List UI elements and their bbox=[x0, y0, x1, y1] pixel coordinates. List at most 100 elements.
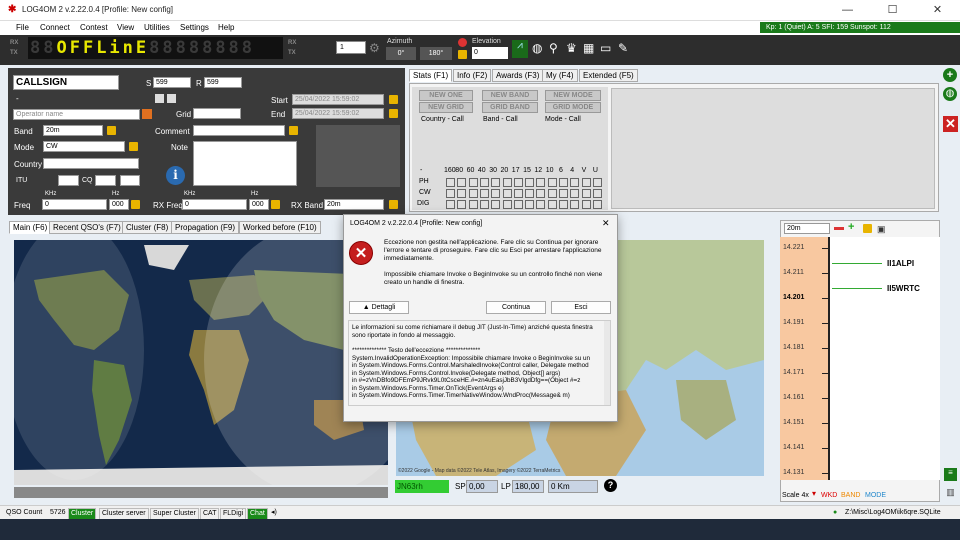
rx-band-lock-icon[interactable] bbox=[389, 200, 398, 209]
band-filter[interactable]: BAND bbox=[841, 492, 860, 499]
exception-details-box[interactable]: Le informazioni su come richiamare il de… bbox=[348, 320, 611, 406]
band-mode-cell bbox=[570, 200, 580, 209]
card-icon[interactable]: ▭ bbox=[600, 41, 611, 55]
start-datetime[interactable]: 25/04/2022 15:59:02 bbox=[292, 94, 384, 105]
chart-icon[interactable]: ▥ bbox=[944, 487, 957, 500]
lock-icon[interactable] bbox=[458, 50, 467, 59]
menu-view[interactable]: View bbox=[117, 23, 134, 32]
callsign-input[interactable]: CALLSIGN bbox=[13, 75, 119, 90]
extra-input[interactable] bbox=[120, 175, 140, 186]
scale-label[interactable]: Scale 4x bbox=[782, 492, 809, 499]
checkbox-1[interactable] bbox=[155, 94, 164, 103]
comment-lock-icon[interactable] bbox=[289, 126, 298, 135]
exit-button[interactable]: Esci bbox=[551, 301, 611, 314]
end-datetime[interactable]: 25/04/2022 15:59:02 bbox=[292, 108, 384, 119]
tab-my[interactable]: My (F4) bbox=[542, 69, 578, 82]
scale-arrow-icon[interactable]: ▾ bbox=[812, 489, 816, 498]
mode-filter[interactable]: MODE bbox=[865, 492, 886, 499]
stats-dash: - bbox=[420, 167, 423, 174]
tab-cluster[interactable]: Cluster (F8) bbox=[122, 221, 173, 234]
crown-icon[interactable]: ♛ bbox=[566, 41, 577, 55]
note-textarea[interactable] bbox=[193, 141, 297, 186]
pen-icon[interactable]: ✎ bbox=[618, 41, 628, 55]
tab-worked-before[interactable]: Worked before (F10) bbox=[239, 221, 321, 234]
azimuth-180-button[interactable]: 180° bbox=[420, 47, 452, 60]
itu-select[interactable] bbox=[58, 175, 79, 186]
cq-select[interactable] bbox=[95, 175, 116, 186]
globe-green-icon[interactable]: ◍ bbox=[943, 87, 957, 101]
network-icon[interactable]: ⚲ bbox=[549, 41, 558, 55]
rx-freq-lock-icon[interactable] bbox=[271, 200, 280, 209]
minimize-button[interactable]: — bbox=[825, 0, 870, 21]
band-select[interactable]: 20m bbox=[43, 125, 103, 136]
operator-name-input[interactable]: Operator name bbox=[13, 109, 140, 120]
help-icon[interactable]: ? bbox=[604, 479, 617, 492]
new-mode-button[interactable]: NEW MODE bbox=[545, 90, 601, 101]
rx-freq-hz-input[interactable]: 000 bbox=[249, 199, 269, 210]
gear-icon[interactable]: ⚙ bbox=[369, 41, 382, 55]
details-scrollbar[interactable] bbox=[604, 321, 610, 405]
radio-number-spinner[interactable]: 1 bbox=[336, 41, 366, 54]
tab-info[interactable]: Info (F2) bbox=[453, 69, 492, 82]
tab-stats[interactable]: Stats (F1) bbox=[409, 69, 453, 82]
menu-help[interactable]: Help bbox=[218, 23, 234, 32]
elevation-input[interactable]: 0 bbox=[472, 47, 508, 59]
end-lock-icon[interactable] bbox=[389, 109, 398, 118]
clear-icon[interactable]: ✕ bbox=[943, 116, 958, 132]
comment-input[interactable] bbox=[193, 125, 285, 136]
speaker-icon[interactable]: ◂) bbox=[269, 508, 279, 518]
rx-band-select[interactable]: 20m bbox=[324, 199, 384, 210]
tab-extended[interactable]: Extended (F5) bbox=[579, 69, 638, 82]
minus-icon[interactable] bbox=[834, 227, 844, 230]
info-icon[interactable]: i bbox=[166, 166, 185, 185]
menu-utilities[interactable]: Utilities bbox=[144, 23, 170, 32]
bandmap-screen-icon[interactable]: ▣ bbox=[877, 224, 886, 235]
add-icon[interactable]: + bbox=[943, 68, 957, 82]
antenna-icon[interactable]: ⩘ bbox=[512, 40, 528, 58]
new-one-button[interactable]: NEW ONE bbox=[419, 90, 473, 101]
band-lock-icon[interactable] bbox=[107, 126, 116, 135]
start-lock-icon[interactable] bbox=[389, 95, 398, 104]
continue-button[interactable]: Continua bbox=[486, 301, 546, 314]
grid-input[interactable] bbox=[193, 108, 241, 119]
new-band-button[interactable]: NEW BAND bbox=[482, 90, 538, 101]
panel-toggle-icon[interactable]: ≡ bbox=[944, 468, 957, 481]
stop-icon[interactable] bbox=[458, 38, 467, 47]
menu-contest[interactable]: Contest bbox=[80, 23, 108, 32]
tab-recent-qsos[interactable]: Recent QSO's (F7) bbox=[49, 221, 125, 234]
plus-icon[interactable]: + bbox=[848, 221, 854, 233]
menu-file[interactable]: File bbox=[16, 23, 29, 32]
grid-band-button[interactable]: GRID BAND bbox=[482, 102, 538, 113]
azimuth-0-button[interactable]: 0° bbox=[386, 47, 416, 60]
cabinet-icon[interactable]: ▦ bbox=[583, 41, 594, 55]
wkd-filter[interactable]: WKD bbox=[821, 492, 837, 499]
rst-rcvd-select[interactable]: 599 bbox=[204, 77, 242, 88]
grid-mode-button[interactable]: GRID MODE bbox=[545, 102, 601, 113]
freq-lock-icon[interactable] bbox=[131, 200, 140, 209]
spot-callsign-1[interactable]: II1ALPI bbox=[887, 259, 914, 268]
new-grid-button[interactable]: NEW GRID bbox=[419, 102, 473, 113]
details-button[interactable]: ▲ Dettagli bbox=[349, 301, 409, 314]
spot-callsign-2[interactable]: II5WRTC bbox=[887, 284, 920, 293]
bandmap-lock-icon[interactable] bbox=[863, 224, 872, 233]
close-window-button[interactable]: ✕ bbox=[915, 0, 960, 21]
menu-connect[interactable]: Connect bbox=[40, 23, 70, 32]
qrz-icon[interactable] bbox=[142, 109, 152, 119]
rst-sent-select[interactable]: 599 bbox=[153, 77, 191, 88]
mode-select[interactable]: CW bbox=[43, 141, 125, 152]
country-call-label: Country - Call bbox=[421, 116, 464, 123]
maximize-button[interactable]: ☐ bbox=[870, 0, 915, 21]
tab-propagation[interactable]: Propagation (F9) bbox=[171, 221, 240, 234]
freq-khz-input[interactable]: 0 bbox=[42, 199, 107, 210]
tab-main[interactable]: Main (F6) bbox=[9, 221, 52, 234]
freq-hz-input[interactable]: 000 bbox=[109, 199, 129, 210]
mode-lock-icon[interactable] bbox=[129, 142, 138, 151]
globe-icon[interactable]: ◍ bbox=[532, 41, 542, 55]
bandmap-band-select[interactable]: 20m bbox=[784, 223, 830, 234]
rx-freq-khz-input[interactable]: 0 bbox=[182, 199, 247, 210]
menu-settings[interactable]: Settings bbox=[180, 23, 209, 32]
dialog-close-button[interactable]: ✕ bbox=[602, 218, 610, 229]
country-select[interactable] bbox=[43, 158, 139, 169]
checkbox-2[interactable] bbox=[167, 94, 176, 103]
tab-awards[interactable]: Awards (F3) bbox=[492, 69, 544, 82]
